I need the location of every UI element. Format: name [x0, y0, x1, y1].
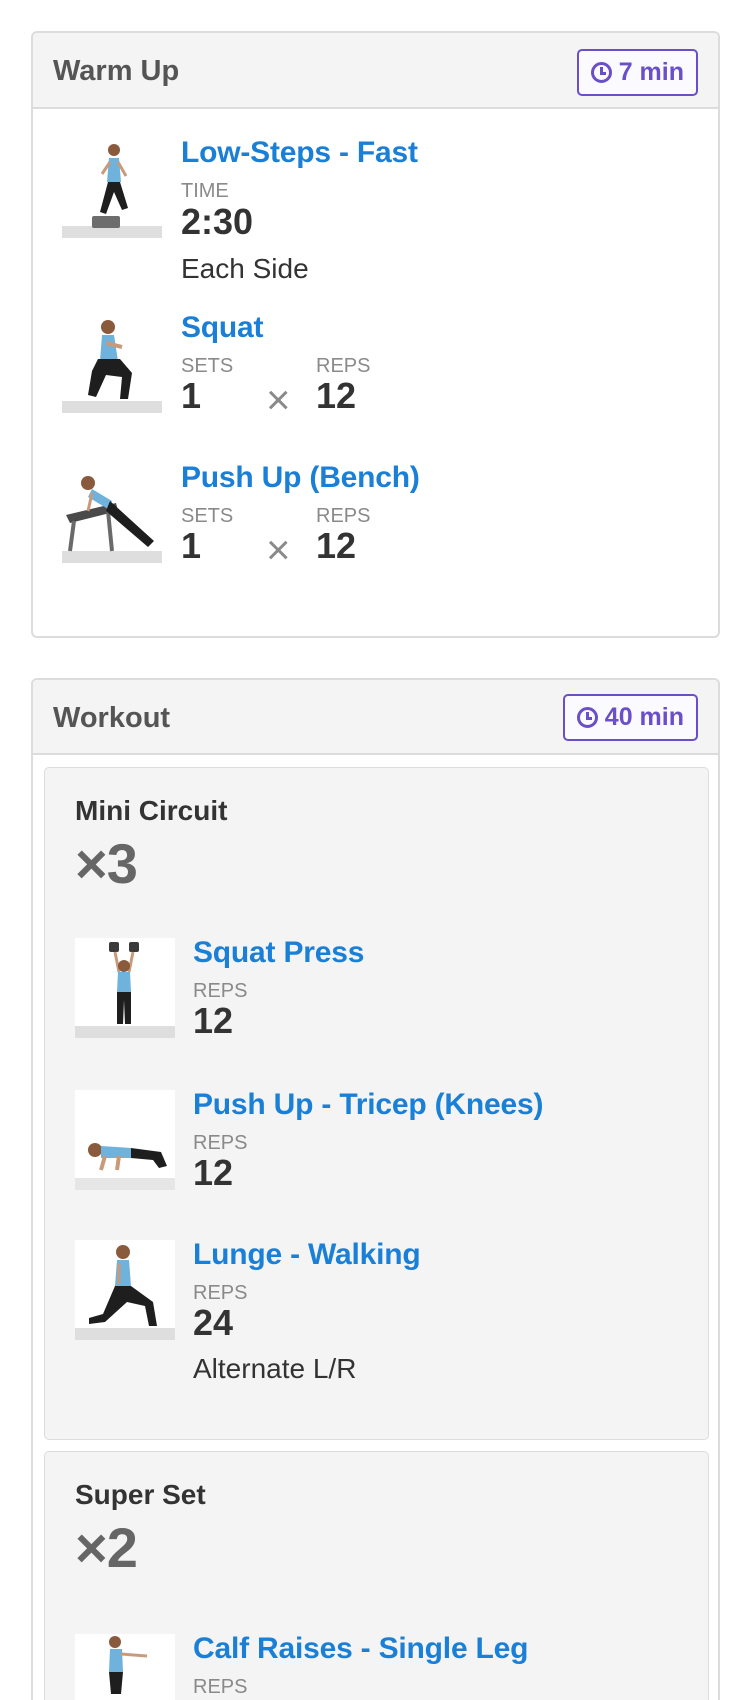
- workout-duration: 40 min: [604, 703, 684, 731]
- warmup-header: Warm Up 7 min: [33, 33, 718, 109]
- exercise-name-link[interactable]: Calf Raises - Single Leg: [193, 1632, 528, 1666]
- reps-value: 24: [193, 1302, 234, 1343]
- exercise-name-link[interactable]: Push Up - Tricep (Knees): [193, 1088, 543, 1122]
- exercise-thumbnail[interactable]: [75, 938, 175, 1038]
- exercise-thumbnail[interactable]: [75, 1634, 175, 1700]
- warmup-panel: Warm Up 7 min Low-Steps - Fast TIME 2:30…: [31, 31, 720, 638]
- exercise-thumbnail[interactable]: [62, 463, 162, 563]
- workout-title: Workout: [53, 702, 171, 734]
- warmup-duration-badge[interactable]: 7 min: [576, 49, 698, 96]
- reps-value: 12: [316, 525, 357, 566]
- exercise-name-link[interactable]: Push Up (Bench): [181, 461, 420, 495]
- warmup-title: Warm Up: [53, 55, 180, 87]
- exercise-item: Push Up - Tricep (Knees) REPS 12: [45, 1088, 708, 1240]
- exercise-item: Squat SETS 1 × REPS 12: [33, 299, 718, 449]
- warmup-duration: 7 min: [618, 58, 684, 86]
- clock-icon: [590, 62, 612, 83]
- reps-value: 12: [316, 375, 357, 416]
- time-value: 2:30: [181, 201, 254, 242]
- exercise-name-link[interactable]: Lunge - Walking: [193, 1238, 421, 1272]
- time-label: TIME: [181, 180, 229, 202]
- exercise-thumbnail[interactable]: [75, 1240, 175, 1340]
- exercise-thumbnail[interactable]: [62, 313, 162, 413]
- exercise-item: Low-Steps - Fast TIME 2:30 Each Side: [33, 109, 718, 299]
- exercise-item: Push Up (Bench) SETS 1 × REPS 12: [33, 449, 718, 619]
- exercise-thumbnail[interactable]: [62, 138, 162, 238]
- exercise-item: Calf Raises - Single Leg REPS: [45, 1632, 708, 1700]
- sets-value: 1: [181, 525, 202, 566]
- workout-duration-badge[interactable]: 40 min: [562, 694, 698, 741]
- exercise-name-link[interactable]: Squat Press: [193, 936, 364, 970]
- workout-panel: Workout 40 min Mini Circuit ×3 Squat Pre…: [31, 678, 720, 1700]
- times-icon: ×: [266, 376, 291, 423]
- times-icon: ×: [266, 526, 291, 573]
- exercise-note: Alternate L/R: [193, 1353, 357, 1384]
- exercise-thumbnail[interactable]: [75, 1090, 175, 1190]
- group-title: Mini Circuit: [75, 795, 228, 826]
- clock-icon: [576, 707, 598, 728]
- exercise-name-link[interactable]: Squat: [181, 311, 264, 345]
- reps-label: REPS: [193, 1676, 248, 1698]
- exercise-note: Each Side: [181, 253, 309, 284]
- reps-value: 12: [193, 1152, 234, 1193]
- reps-value: 12: [193, 1000, 234, 1041]
- exercise-item: Squat Press REPS 12: [45, 936, 708, 1088]
- group-title: Super Set: [75, 1479, 206, 1510]
- group-multiplier: ×3: [75, 832, 138, 895]
- sets-value: 1: [181, 375, 202, 416]
- group-multiplier: ×2: [75, 1516, 138, 1579]
- exercise-group: Super Set ×2 Calf Raises - Single Leg RE…: [44, 1451, 709, 1700]
- exercise-group: Mini Circuit ×3 Squat Press REPS 12 Push…: [44, 767, 709, 1440]
- exercise-item: Lunge - Walking REPS 24 Alternate L/R: [45, 1238, 708, 1430]
- exercise-name-link[interactable]: Low-Steps - Fast: [181, 136, 418, 170]
- workout-header: Workout 40 min: [33, 680, 718, 755]
